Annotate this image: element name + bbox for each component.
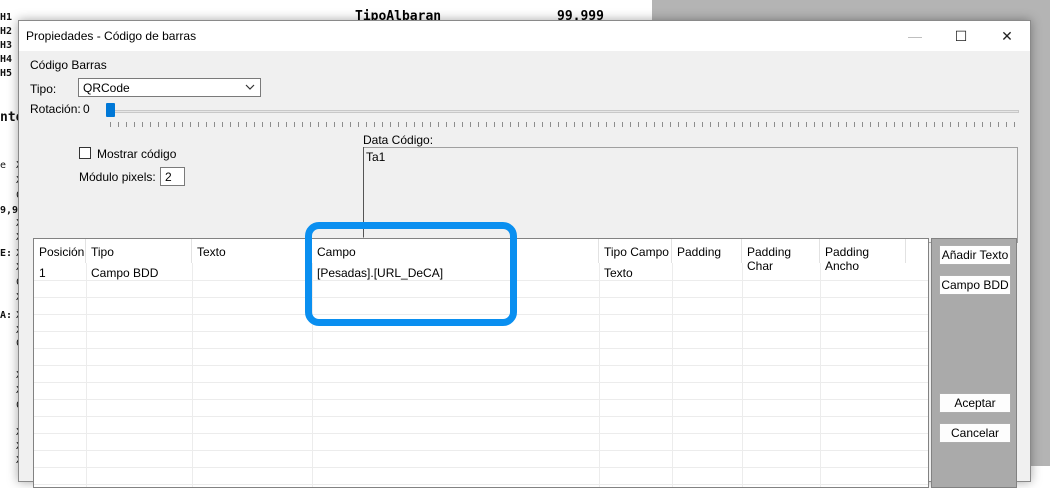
column-divider (672, 263, 673, 487)
modulo-pixels-label: Módulo pixels: (79, 170, 156, 184)
row-divider (34, 348, 928, 349)
mostrar-codigo-checkbox[interactable] (79, 147, 91, 159)
minimize-button[interactable]: — (892, 21, 938, 51)
row-divider (34, 467, 928, 468)
cancel-button[interactable]: Cancelar (939, 423, 1011, 443)
row-divider (34, 450, 928, 451)
rotation-slider-track[interactable] (110, 110, 1019, 113)
bg-fragment: e (0, 160, 7, 171)
bg-header-label: H5 (0, 68, 13, 79)
modulo-pixels-input[interactable]: 2 (160, 167, 185, 186)
chevron-down-icon (244, 79, 256, 99)
column-divider (192, 263, 193, 487)
rotacion-label: Rotación: (30, 102, 81, 116)
row-divider (34, 382, 928, 383)
bg-fragment: E: (0, 248, 13, 259)
button-panel: Añadir Texto Campo BDD Aceptar Cancelar (931, 238, 1017, 488)
highlight-box (305, 222, 517, 326)
column-header[interactable]: Tipo (86, 239, 192, 263)
column-divider (599, 263, 600, 487)
title-bar: Propiedades - Código de barras — ☐ ✕ (19, 21, 1030, 51)
bg-header-label: H1 (0, 12, 13, 23)
accept-button[interactable]: Aceptar (939, 393, 1011, 413)
table-cell[interactable]: Texto (599, 266, 633, 280)
column-header[interactable]: Posición (34, 239, 86, 263)
column-header[interactable]: Padding Ancho (820, 239, 906, 273)
column-header[interactable]: Tipo Campo (599, 239, 672, 263)
column-header[interactable]: Texto (192, 239, 312, 263)
mostrar-codigo-label: Mostrar código (97, 147, 177, 161)
row-divider (34, 399, 928, 400)
column-divider (820, 263, 821, 487)
row-divider (34, 433, 928, 434)
section-label: Código Barras (30, 58, 107, 72)
column-divider (742, 263, 743, 487)
row-divider (34, 416, 928, 417)
column-header[interactable]: Padding Char (742, 239, 820, 273)
bg-header-label: H4 (0, 54, 13, 65)
rotacion-value: 0 (83, 102, 90, 116)
row-divider (34, 331, 928, 332)
row-divider (34, 484, 928, 485)
add-text-button[interactable]: Añadir Texto (939, 245, 1011, 265)
barcode-properties-dialog: Propiedades - Código de barras — ☐ ✕ Cód… (18, 20, 1031, 488)
tipo-label: Tipo: (30, 82, 57, 96)
table-cell[interactable]: 1 (34, 266, 46, 280)
bg-header-label: H2 (0, 26, 13, 37)
bg-header-label: H3 (0, 40, 13, 51)
close-button[interactable]: ✕ (984, 21, 1030, 51)
data-codigo-value: Ta1 (366, 150, 386, 164)
column-header[interactable]: Padding (672, 239, 742, 263)
tipo-value: QRCode (83, 81, 130, 95)
row-divider (34, 365, 928, 366)
data-codigo-label: Data Código: (363, 133, 434, 147)
table-cell[interactable]: Campo BDD (86, 266, 158, 280)
maximize-button[interactable]: ☐ (938, 21, 984, 51)
campo-bdd-button[interactable]: Campo BDD (939, 275, 1011, 295)
bg-fragment: A: (0, 310, 13, 321)
column-divider (86, 263, 87, 487)
window-title: Propiedades - Código de barras (26, 29, 197, 43)
slider-ticks (110, 122, 1019, 127)
tipo-select[interactable]: QRCode (78, 78, 261, 97)
rotation-slider-thumb[interactable] (106, 103, 115, 117)
